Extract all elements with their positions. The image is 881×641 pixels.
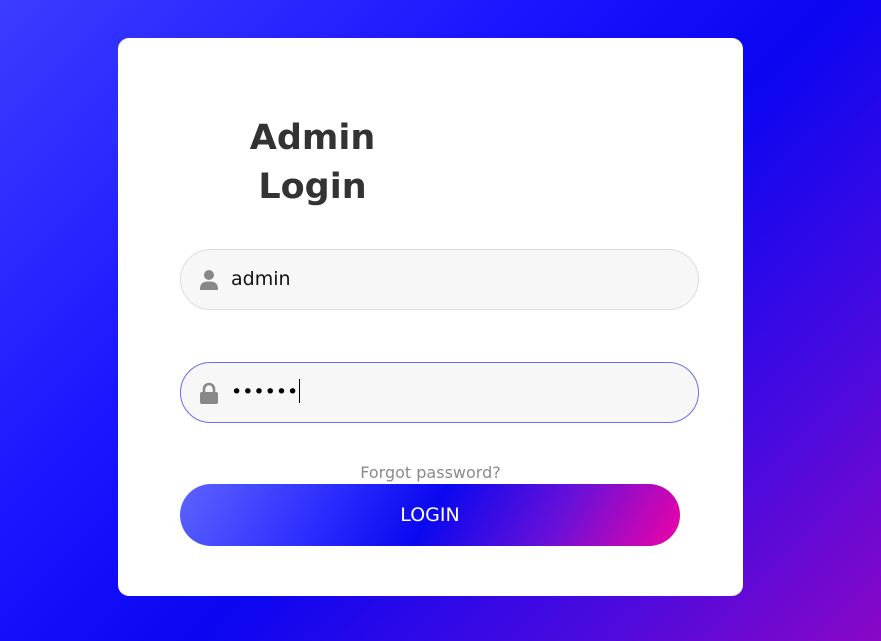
lock-icon bbox=[199, 382, 219, 404]
login-button[interactable]: LOGIN bbox=[180, 484, 680, 546]
user-icon bbox=[199, 269, 219, 291]
forgot-password-link[interactable]: Forgot password? bbox=[118, 462, 743, 484]
username-value: admin bbox=[231, 268, 291, 290]
title-line-1: Admin bbox=[249, 118, 376, 158]
text-caret bbox=[299, 378, 301, 403]
password-field[interactable]: •••••• bbox=[180, 362, 699, 423]
username-field[interactable]: admin bbox=[180, 249, 699, 310]
title-line-2: Login bbox=[258, 167, 367, 207]
login-card: Admin Login admin •••••• Forgot password… bbox=[118, 38, 743, 596]
page-title: Admin Login bbox=[0, 114, 625, 212]
password-value: •••••• bbox=[231, 363, 301, 422]
